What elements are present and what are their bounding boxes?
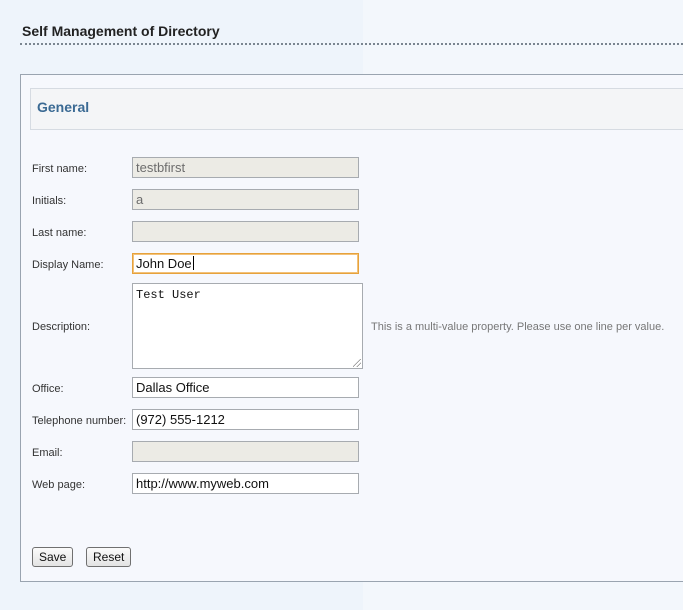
email-label: Email: [32,447,63,459]
description-hint: This is a multi-value property. Please u… [371,321,665,333]
office-value: Dallas Office [136,380,210,395]
description-value: Test User [136,288,201,302]
email-field[interactable] [132,441,359,462]
first-name-label: First name: [32,163,88,175]
section-header: General [30,88,683,130]
initials-field[interactable]: a [132,189,359,210]
initials-value: a [136,192,144,207]
section-title: General [37,99,90,115]
description-label: Description: [32,321,91,333]
page-title: Self Management of Directory [22,23,220,39]
office-field[interactable]: Dallas Office [132,377,359,398]
display-name-label: Display Name: [32,259,104,271]
telephone-value: (972) 555-1212 [136,412,225,427]
description-textarea[interactable]: Test User [132,283,363,369]
last-name-label: Last name: [32,227,87,239]
telephone-label: Telephone number: [32,415,127,427]
last-name-field[interactable] [132,221,359,242]
first-name-value: testbfirst [136,160,186,175]
office-label: Office: [32,383,64,395]
web-page-field[interactable]: http://www.myweb.com [132,473,359,494]
display-name-value: John Doe [136,256,192,271]
first-name-field[interactable]: testbfirst [132,157,359,178]
title-divider [20,43,683,45]
web-page-value: http://www.myweb.com [136,476,269,491]
save-button[interactable]: Save [32,547,74,567]
web-page-label: Web page: [32,479,86,491]
initials-label: Initials: [32,195,67,207]
resize-grip-icon[interactable] [353,359,361,367]
telephone-field[interactable]: (972) 555-1212 [132,409,359,430]
display-name-field[interactable]: John Doe [132,253,359,274]
reset-button[interactable]: Reset [86,547,132,567]
form-panel: General First name: testbfirst Initials:… [20,74,683,582]
text-caret [192,256,194,270]
